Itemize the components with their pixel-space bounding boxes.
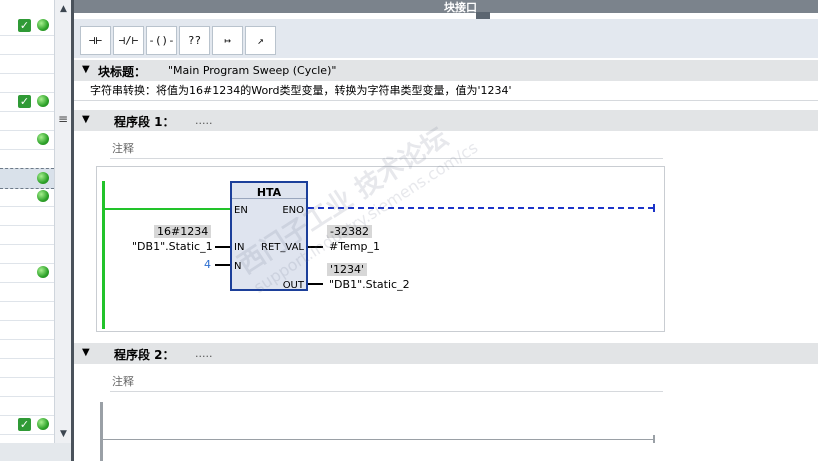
- status-ok-icon: [37, 266, 49, 278]
- tree-row[interactable]: ✓: [0, 415, 54, 435]
- tree-row[interactable]: ✓: [0, 92, 54, 112]
- block-title-label: 块标题：: [98, 65, 147, 79]
- pin-eno: ENO: [282, 205, 304, 216]
- tree-row[interactable]: [0, 187, 54, 207]
- left-scrollbar[interactable]: ▲ ▼ ≡: [54, 0, 72, 443]
- status-ok-icon: [37, 418, 49, 430]
- ret-val-wire: [308, 246, 323, 248]
- pin-in: IN: [234, 242, 245, 253]
- normally-open-contact-button[interactable]: ⊣⊢: [80, 26, 111, 55]
- power-rail: [102, 181, 105, 329]
- out-operand[interactable]: "DB1".Static_2: [329, 278, 410, 291]
- en-power-flow: [104, 208, 231, 210]
- tree-row[interactable]: [0, 377, 54, 397]
- tree-row[interactable]: [0, 358, 54, 378]
- close-branch-button[interactable]: ↗: [245, 26, 276, 55]
- ladder-toolbar: ⊣⊢ ⊣/⊢ -()-?? ↦ ↗: [74, 19, 818, 58]
- tree-row[interactable]: [0, 130, 54, 150]
- status-ok-icon: [37, 19, 49, 31]
- output-coil-button[interactable]: -()-: [146, 26, 177, 55]
- n-value[interactable]: 4: [204, 258, 211, 271]
- collapse-triangle-icon[interactable]: ▼: [82, 114, 90, 125]
- tree-row[interactable]: [0, 149, 54, 169]
- ret-val-operand[interactable]: #Temp_1: [329, 240, 380, 253]
- pin-en: EN: [234, 205, 248, 216]
- network-1-header[interactable]: ▼ 程序段 1： .....: [74, 110, 818, 131]
- tree-row[interactable]: [0, 168, 54, 189]
- ret-val-value: -32382: [327, 225, 372, 238]
- empty-box-button[interactable]: ??: [179, 26, 210, 55]
- in-value: 16#1234: [154, 225, 212, 238]
- tree-row[interactable]: [0, 263, 54, 283]
- status-ok-icon: [37, 190, 49, 202]
- network-2-comment-text: 注释: [112, 375, 134, 388]
- tree-row[interactable]: [0, 320, 54, 340]
- check-icon: ✓: [18, 418, 31, 431]
- network-2-label: 程序段 2：: [114, 348, 175, 362]
- open-branch-button[interactable]: ↦: [212, 26, 243, 55]
- tree-row[interactable]: [0, 111, 54, 131]
- tree-row[interactable]: [0, 225, 54, 245]
- network-2-power-rail: [100, 402, 103, 461]
- network-1-title-placeholder[interactable]: .....: [195, 114, 212, 127]
- left-panel-bottom-bar: [0, 443, 73, 461]
- eno-dashed-line: [308, 207, 654, 209]
- scroll-up-icon[interactable]: ▲: [57, 3, 70, 16]
- status-ok-icon: [37, 133, 49, 145]
- block-interface-title: 块接口: [444, 1, 477, 14]
- network-2-rung-end: [653, 435, 655, 443]
- network-2-title-placeholder[interactable]: .....: [195, 347, 212, 360]
- status-ok-icon: [37, 95, 49, 107]
- in-operand[interactable]: "DB1".Static_1: [132, 240, 213, 253]
- divider: [74, 100, 818, 101]
- pin-out: OUT: [282, 280, 304, 291]
- network-1-comment-text: 注释: [112, 142, 134, 155]
- normally-closed-contact-button[interactable]: ⊣/⊢: [113, 26, 144, 55]
- tree-row[interactable]: [0, 301, 54, 321]
- block-title-value[interactable]: "Main Program Sweep (Cycle)": [168, 64, 336, 77]
- tree-row[interactable]: [0, 244, 54, 264]
- network-1-comment[interactable]: 注释: [110, 136, 663, 159]
- network-1-label: 程序段 1：: [114, 115, 175, 129]
- check-icon: ✓: [18, 95, 31, 108]
- tree-row[interactable]: ✓: [0, 16, 54, 36]
- network-2-header[interactable]: ▼ 程序段 2： .....: [74, 343, 818, 364]
- block-description[interactable]: 字符串转换：将值为16#1234的Word类型变量，转换为字符串类型变量，值为'…: [90, 82, 512, 98]
- block-interface-header[interactable]: 块接口: [74, 0, 818, 14]
- collapse-triangle-icon[interactable]: ▼: [82, 347, 90, 358]
- pin-n: N: [234, 261, 242, 272]
- tree-row[interactable]: [0, 396, 54, 416]
- pin-ret-val: RET_VAL: [261, 242, 304, 253]
- scroll-down-icon[interactable]: ▼: [57, 428, 70, 441]
- network-2-comment[interactable]: 注释: [110, 369, 663, 392]
- tree-row[interactable]: [0, 339, 54, 359]
- n-wire: [215, 264, 230, 266]
- collapse-triangle-icon[interactable]: ▼: [82, 64, 90, 75]
- tree-row[interactable]: [0, 73, 54, 93]
- collapse-handle-icon[interactable]: [476, 12, 490, 19]
- network-1-ladder-area[interactable]: HTA EN IN N ENO RET_VAL OUT 16#1234 "DB1…: [96, 166, 665, 332]
- hta-block[interactable]: HTA EN IN N ENO RET_VAL OUT: [230, 181, 308, 291]
- network-2-empty-rung[interactable]: [102, 439, 654, 440]
- out-wire: [308, 283, 323, 285]
- status-ok-icon: [37, 172, 49, 184]
- eno-line-end: [653, 204, 655, 212]
- block-title-bar[interactable]: ▼ 块标题： "Main Program Sweep (Cycle)": [74, 60, 818, 81]
- out-value: '1234': [327, 263, 368, 276]
- check-icon: ✓: [18, 19, 31, 32]
- tree-row[interactable]: [0, 54, 54, 74]
- tree-row[interactable]: [0, 35, 54, 55]
- scroll-grip-icon[interactable]: ≡: [58, 112, 68, 126]
- in-wire: [215, 246, 230, 248]
- block-divider: [232, 198, 306, 199]
- tree-row[interactable]: [0, 282, 54, 302]
- tree-row[interactable]: [0, 206, 54, 226]
